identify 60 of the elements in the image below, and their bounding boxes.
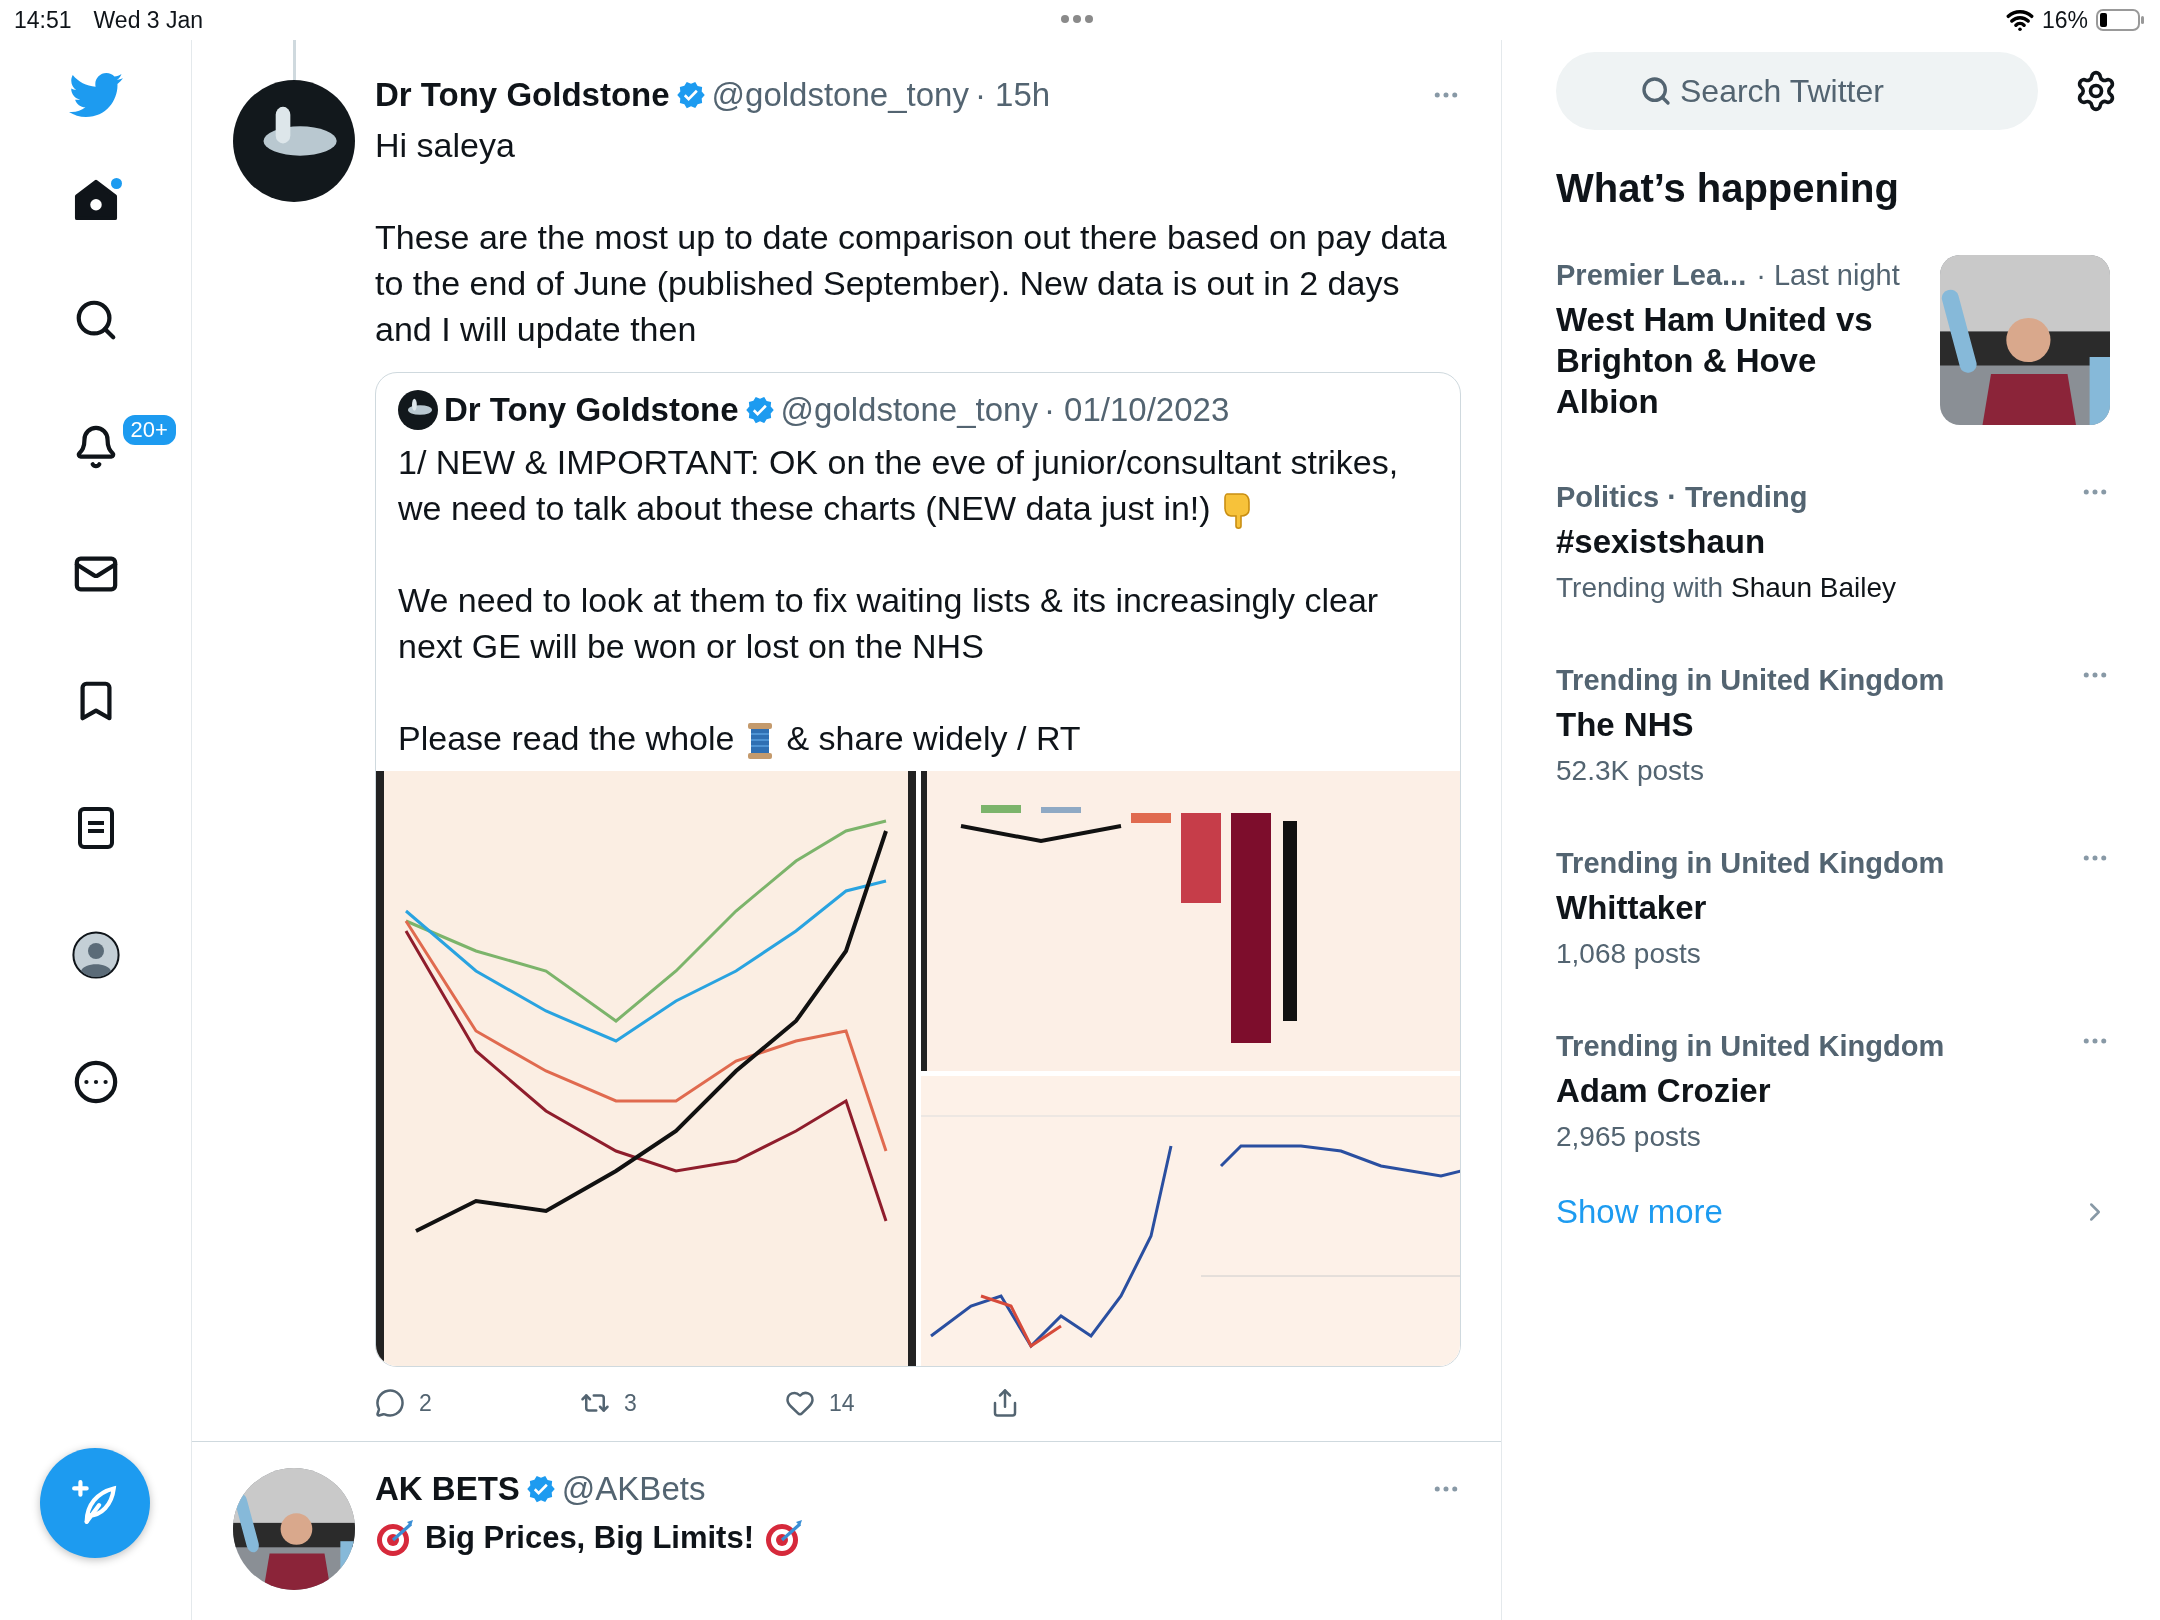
retweet-button[interactable]: 3 [580, 1381, 785, 1425]
search-field[interactable]: Search Twitter [1556, 52, 2038, 130]
author-handle: @AKBets [561, 1469, 706, 1509]
like-button[interactable]: 14 [785, 1381, 990, 1425]
tweet-time: · 01/10/2023 [1043, 390, 1230, 430]
tweet-time: · 15h [974, 75, 1051, 115]
trend-context: Politics · Trending [1556, 480, 1808, 515]
home-icon[interactable] [72, 178, 119, 222]
more-icon[interactable] [72, 1058, 119, 1105]
trend-item[interactable]: Trending in United Kingdom Whittaker 1,068 posts [1556, 819, 2110, 1002]
trend-subtitle: 2,965 posts [1556, 1120, 1701, 1154]
target-icon [375, 1518, 415, 1558]
tweet-text: Big Prices, Big Limits! [425, 1520, 754, 1556]
trend-context: Trending in United Kingdom [1556, 846, 1945, 881]
trend-related-name: Shaun Bailey [1731, 571, 1897, 605]
author-handle: @goldstone_tony [780, 390, 1038, 430]
tweet-text: we need to talk about these charts (NEW data just in!) [398, 489, 1211, 527]
tweet-text: & share widely / RT [786, 719, 1081, 757]
author-handle: @goldstone_tony [711, 75, 969, 115]
trend-context: Premier Lea... [1556, 258, 1747, 293]
search-icon [1640, 75, 1672, 107]
trend-title: Adam Crozier [1556, 1071, 1772, 1111]
avatar-icon[interactable] [71, 930, 120, 979]
compose-button[interactable] [40, 1448, 150, 1558]
tweet-text: We need to look at them to fix waiting lists & its increasingly clear next GE will be won or lost on the NHS [398, 581, 1379, 665]
trend-context: Trending in United Kingdom [1556, 663, 1945, 698]
author-name: Dr Tony Goldstone [375, 75, 670, 115]
trend-title: Whittaker [1556, 888, 1708, 928]
tweet-text: Please read the whole [398, 719, 735, 757]
tweet-text: 1/ NEW & IMPORTANT: OK on the eve of junior/consultant strikes, [398, 443, 1399, 481]
trend-title: The NHS [1556, 705, 1695, 745]
comment-icon [375, 1388, 405, 1418]
quoted-tweet-card[interactable] [375, 372, 1461, 1367]
multitask-dots-icon[interactable] [1060, 14, 1094, 24]
trend-context: Trending in United Kingdom [1556, 1029, 1945, 1064]
author-name: AK BETS [375, 1469, 520, 1509]
trend-title: West Ham United vs Brighton & Hove Albion [1556, 300, 1874, 422]
trend-item[interactable]: Politics · Trending #sexistshaun Trending with Shaun Bailey [1556, 453, 2110, 636]
document-icon[interactable] [75, 805, 116, 850]
trend-item[interactable]: Premier Lea... · Last night West Ham United vs Brighton & Hove Albion [1556, 231, 2110, 453]
target-icon [764, 1518, 804, 1558]
trend-subtitle: 1,068 posts [1556, 937, 1701, 971]
tweet-text: Hi saleya [375, 125, 516, 166]
trend-item[interactable]: Trending in United Kingdom Adam Crozier 2,965 posts [1556, 1002, 2110, 1185]
notification-badge: 20+ [120, 413, 178, 447]
trend-subtitle: 52.3K posts [1556, 754, 1704, 788]
author-name: Dr Tony Goldstone [444, 390, 739, 430]
battery-icon [2096, 8, 2146, 32]
trend-time: · Last night [1756, 258, 1900, 293]
pointing-hand-icon [1222, 492, 1251, 530]
spool-icon [746, 722, 775, 760]
battery-percent: 16% [2041, 6, 2088, 34]
status-date: Wed 3 Jan [93, 6, 204, 34]
tweet-text: These are the most up to date comparison out there based on pay data to the end of June (published September). New data is out in 2 days and I will update then [375, 217, 1448, 350]
status-time: 14:51 [14, 6, 72, 34]
trend-title: #sexistshaun [1556, 522, 1767, 562]
trend-item[interactable]: Trending in United Kingdom The NHS 52.3K posts [1556, 636, 2110, 819]
trend-subtitle: Trending with [1556, 571, 1724, 605]
reply-button[interactable]: 2 [375, 1381, 580, 1425]
section-heading: What’s happening [1556, 166, 1900, 211]
